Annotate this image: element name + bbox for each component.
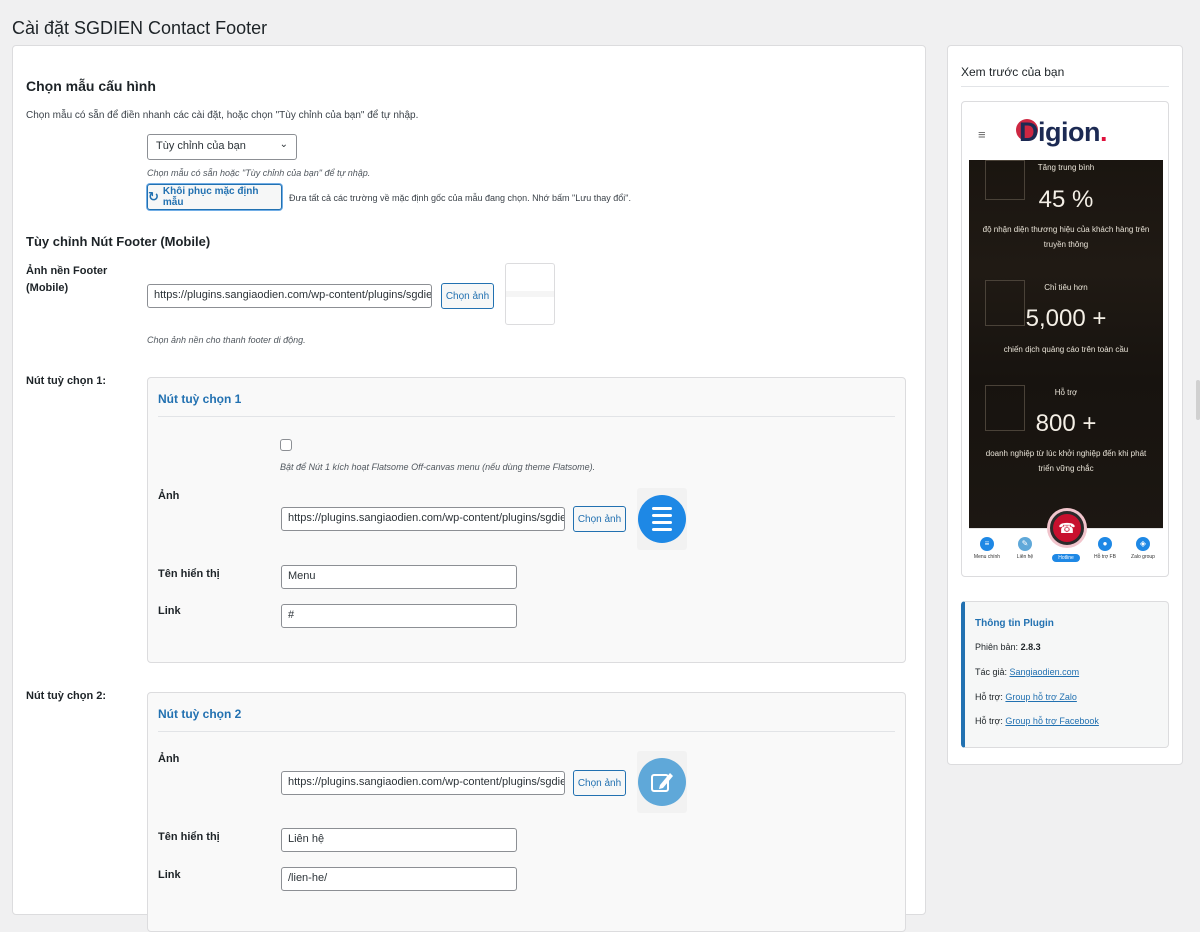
phone-icon: ☎ (1050, 511, 1084, 545)
divider (158, 416, 895, 417)
button-2-card-title: Nút tuỳ chọn 2 (158, 707, 242, 721)
template-hint: Chọn mẫu có sẵn hoặc "Tùy chỉnh của bạn"… (147, 168, 371, 178)
button-2-choose-image-button[interactable]: Chọn ảnh (573, 770, 626, 796)
plugin-author: Tác giả: Sangiaodien.com (975, 667, 1080, 677)
button-2-image-url-input[interactable]: https://plugins.sangiaodien.com/wp-conte… (281, 771, 565, 795)
button-1-image-thumbnail (637, 488, 687, 550)
button-2-image-label: Ảnh (158, 753, 180, 765)
hamburger-icon: ≡ (978, 127, 986, 142)
stat-1-value: 45 % (1038, 186, 1094, 213)
preview-panel: Xem trước của bạn ≡ Digion. Tăng trung b… (947, 45, 1183, 765)
plugin-support-zalo: Hỗ trợ: Group hỗ trợ Zalo (975, 692, 1077, 702)
button-2-name-input[interactable]: Liên hệ (281, 828, 517, 852)
button-1-image-label: Ảnh (158, 490, 180, 502)
stat-3-label: Hỗ trợ (1054, 388, 1078, 397)
restore-icon: ↻ (148, 189, 159, 204)
logo-text: Digion (1019, 117, 1100, 147)
stat-2-desc: chiến dịch quảng cáo trên toàn cầu (1003, 345, 1129, 354)
plugin-info-title: Thông tin Plugin (975, 618, 1054, 629)
footer-bg-label: Ảnh nền Footer (Mobile) (26, 265, 108, 294)
menu-icon: ≡ (980, 537, 994, 551)
button-1-name-input[interactable]: Menu (281, 565, 517, 589)
restore-defaults-label: Khôi phục mặc định mẫu (162, 186, 259, 208)
mobile-preview: ≡ Digion. Tăng trung bình 45 % độ nhận d… (961, 101, 1169, 577)
footer-item-menu: ≡ Menu chính (973, 537, 1001, 560)
footer-item-fb: ● Hỗ trợ FB (1094, 537, 1116, 560)
template-select[interactable]: Tùy chỉnh của bạn ⌄ (147, 134, 297, 160)
config-section-title: Chọn mẫu cấu hình (26, 78, 156, 94)
messenger-icon: ● (1098, 537, 1112, 551)
config-description: Chọn mẫu có sẵn để điền nhanh các cài đặ… (26, 110, 419, 121)
preview-stats: Tăng trung bình 45 % độ nhận diện thương… (969, 160, 1163, 528)
plugin-support-facebook: Hỗ trợ: Group hỗ trợ Facebook (975, 716, 1099, 726)
footer-bg-thumbnail (505, 263, 555, 325)
button-2-link-input[interactable]: /lien-he/ (281, 867, 517, 891)
button-1-name-label: Tên hiển thị (158, 568, 220, 580)
footer-section-title: Tùy chỉnh Nút Footer (Mobile) (26, 234, 211, 249)
plugin-version: Phiên bản: 2.8.3 (975, 642, 1041, 652)
button-1-card-title: Nút tuỳ chọn 1 (158, 392, 242, 406)
button-1-link-label: Link (158, 605, 181, 617)
template-select-value: Tùy chỉnh của bạn (156, 140, 246, 152)
stat-3-desc: doanh nghiệp từ lúc khởi nghiệp đến khi … (985, 449, 1147, 473)
footer-bg-preview-image (506, 291, 554, 297)
button-2-row-label: Nút tuỳ chọn 2: (26, 690, 107, 702)
stat-3-value: 800 + (1035, 410, 1097, 437)
edit-icon: ✎ (1018, 537, 1032, 551)
edit-icon (638, 758, 686, 806)
button-2-name-label: Tên hiển thị (158, 831, 220, 843)
footer-bg-hint: Chọn ảnh nền cho thanh footer di động. (147, 335, 306, 345)
stat-1-desc: độ nhận diện thương hiệu của khách hàng … (982, 225, 1150, 249)
settings-card: Chọn mẫu cấu hình Chọn mẫu có sẵn để điề… (12, 45, 926, 932)
plugin-info-card: Thông tin Plugin Phiên bản: 2.8.3 Tác gi… (961, 601, 1169, 748)
stat-2-label: Chỉ tiêu hơn (1044, 283, 1088, 292)
button-1-link-input[interactable]: # (281, 604, 517, 628)
button-1-choose-image-button[interactable]: Chọn ảnh (573, 506, 626, 532)
preview-title: Xem trước của bạn (961, 65, 1065, 79)
divider (961, 86, 1169, 87)
support-zalo-link[interactable]: Group hỗ trợ Zalo (1005, 692, 1076, 702)
menu-icon (638, 495, 686, 543)
button-1-card: Nút tuỳ chọn 1 Bật để Nút 1 kích hoạt Fl… (147, 377, 906, 663)
footer-item-zalo: ◈ Zalo group (1131, 537, 1155, 560)
offcanvas-checkbox[interactable] (280, 439, 292, 451)
footer-bg-url-input[interactable]: https://plugins.sangiaodien.com/wp-conte… (147, 284, 432, 308)
author-link[interactable]: Sangiaodien.com (1010, 667, 1080, 677)
zalo-icon: ◈ (1136, 537, 1150, 551)
preview-footer-bar: ≡ Menu chính ✎ Liên hệ ☎ Hotline ● Hỗ tr… (969, 511, 1163, 568)
chevron-down-icon: ⌄ (279, 139, 288, 150)
footer-bg-choose-button[interactable]: Chọn ảnh (441, 283, 494, 309)
offcanvas-hint: Bật để Nút 1 kích hoạt Flatsome Off-canv… (280, 462, 596, 472)
preview-header: ≡ Digion. (969, 108, 1163, 160)
logo: Digion. (1019, 117, 1108, 147)
button-2-image-thumbnail (637, 751, 687, 813)
restore-hint: Đưa tất cả các trường về mặc định gốc củ… (289, 193, 631, 203)
restore-defaults-button[interactable]: ↻ Khôi phục mặc định mẫu (147, 184, 282, 210)
button-1-row-label: Nút tuỳ chọn 1: (26, 375, 107, 387)
hotline-label: Hotline (1052, 554, 1080, 562)
page-title: Cài đặt SGDIEN Contact Footer (12, 18, 268, 38)
footer-item-contact: ✎ Liên hệ (1016, 537, 1034, 560)
stat-2-value: 5,000 + (1025, 305, 1107, 332)
scrollbar[interactable] (1196, 380, 1200, 420)
button-1-image-url-input[interactable]: https://plugins.sangiaodien.com/wp-conte… (281, 507, 565, 531)
divider (158, 731, 895, 732)
stat-1-label: Tăng trung bình (1037, 163, 1095, 172)
button-2-link-label: Link (158, 869, 181, 881)
support-facebook-link[interactable]: Group hỗ trợ Facebook (1005, 716, 1098, 726)
button-2-card: Nút tuỳ chọn 2 Ảnh https://plugins.sangi… (147, 692, 906, 932)
